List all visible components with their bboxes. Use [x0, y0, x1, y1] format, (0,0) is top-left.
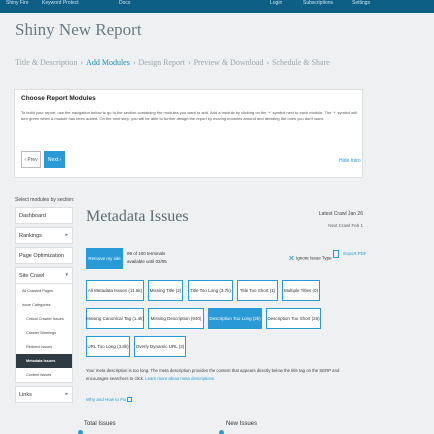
chip-all-metadata-issues[interactable]: All Metadata Issues (11.5k) — [86, 280, 144, 301]
ignore-issue-type-label: Ignore Issue Type — [295, 255, 332, 261]
step-title-description[interactable]: Title & Description — [15, 58, 77, 67]
nav-link-subscriptions[interactable]: Subscriptions — [303, 0, 333, 6]
chip-title-too-long[interactable]: Title Too Long (3.7k) — [188, 280, 233, 301]
total-issues-heading: Total Issues — [84, 421, 116, 427]
step-separator: › — [132, 58, 136, 67]
choose-modules-card: Choose Report Modules To build your repo… — [14, 89, 363, 178]
site-crawl-submenu: All Crawled Pages Issue Categories Criti… — [15, 284, 73, 383]
why-how-label: Why and How to Fix — [86, 397, 127, 402]
add-module-icon[interactable] — [219, 430, 224, 434]
sidebar-item-label: Dashboard — [19, 212, 46, 219]
latest-crawl-date: Latest Crawl Jan 26 — [318, 211, 363, 217]
add-module-icon[interactable] — [78, 430, 83, 434]
row-count: 99 of 100 terminals available until 02/0… — [127, 250, 167, 266]
chip-missing-canonical-tag[interactable]: Missing Canonical Tag (1.4k) — [86, 308, 144, 329]
export-pdf-button[interactable]: Export PDF — [333, 250, 367, 258]
step-add-modules[interactable]: Add Modules — [86, 58, 130, 67]
step-schedule-share[interactable]: Schedule & Share — [272, 58, 330, 67]
card-title: Choose Report Modules — [21, 95, 96, 102]
nav-link-settings[interactable]: Settings — [352, 0, 370, 6]
sidebar-item-rankings[interactable]: Rankings ▸ — [15, 227, 73, 244]
chip-title-too-short[interactable]: Title Too Short (1) — [237, 280, 278, 301]
sidebar-item-critical-crawler-issues[interactable]: Critical Crawler Issues — [16, 312, 72, 326]
chevron-right-icon: ▸ — [65, 232, 68, 238]
chip-multiple-titles[interactable]: Multiple Titles (0) — [282, 280, 320, 301]
sidebar-item-all-crawled-pages[interactable]: All Crawled Pages — [16, 284, 72, 298]
page-title: Shiny New Report — [15, 20, 142, 39]
nav-link-3[interactable]: Docs — [119, 0, 130, 6]
next-button[interactable]: Next › — [44, 151, 65, 168]
next-crawl-date: Next Crawl Feb 1 — [328, 223, 363, 228]
sidebar-item-label: Rankings — [19, 232, 42, 239]
learn-more-link[interactable]: Learn more about meta descriptions. — [145, 376, 215, 381]
new-issues-heading: New Issues — [226, 421, 258, 427]
step-separator: › — [187, 58, 191, 67]
filter-button[interactable]: Remove my site — [86, 248, 123, 269]
sidebar-item-label: Page Optimization — [19, 252, 64, 259]
chip-missing-title[interactable]: Missing Title (2) — [148, 280, 183, 301]
export-pdf-label: Export PDF — [343, 251, 367, 257]
sidebar-item-crawler-warnings[interactable]: Crawler Warnings — [16, 326, 72, 340]
ignore-issue-type-button[interactable]: ✕ Ignore Issue Type — [288, 254, 332, 263]
chip-overly-dynamic-url[interactable]: Overly Dynamic URL (3) — [134, 336, 186, 357]
row-count-line: 99 of 100 terminals — [127, 251, 166, 256]
sidebar-item-content-issues[interactable]: Content Issues — [16, 368, 72, 382]
sidebar-title: Select modules by section: — [15, 197, 75, 203]
sidebar-item-label: Links — [19, 391, 32, 398]
issue-description: Your meta description is too long. The m… — [86, 367, 360, 383]
chip-url-too-long[interactable]: URL Too Long (3.8k) — [86, 336, 130, 357]
nav-link-1[interactable]: Shiny Fire — [6, 0, 29, 6]
hide-intro-link[interactable]: Hide Intro — [339, 158, 361, 164]
chevron-down-icon: ▾ — [65, 272, 68, 278]
close-icon: ✕ — [288, 254, 295, 263]
chip-description-too-short[interactable]: Description Too Short (26) — [266, 308, 321, 329]
chevron-right-icon: ▸ — [65, 391, 68, 397]
step-separator: › — [80, 58, 84, 67]
wizard-steps: Title & Description › Add Modules › Design R… — [15, 58, 425, 67]
prev-button[interactable]: ‹ Prev — [21, 151, 41, 168]
top-navigation-bar: Shiny Fire Keyword Protect Docs Login Su… — [0, 0, 434, 13]
step-design-report[interactable]: Design Report — [139, 58, 185, 67]
document-icon — [333, 250, 339, 258]
sidebar-item-redirect-issues[interactable]: Redirect Issues — [16, 340, 72, 354]
row-count-line: available until 02/05 — [127, 259, 167, 264]
chip-description-too-long[interactable]: Description Too Long (2k) — [208, 308, 262, 329]
nav-link-2[interactable]: Keyword Protect — [42, 0, 79, 6]
sidebar-item-page-optimization[interactable]: Page Optimization — [15, 247, 73, 264]
nav-link-login[interactable]: Login — [270, 0, 282, 6]
why-and-how-to-fix-link[interactable]: Why and How to Fix — [86, 397, 133, 403]
section-title: Metadata Issues — [86, 208, 189, 225]
card-instructions: To build your report, use the navigation… — [21, 110, 357, 121]
sidebar-item-issue-categories[interactable]: Issue Categories — [16, 298, 72, 312]
chip-missing-description[interactable]: Missing Description (940) — [148, 308, 204, 329]
expand-icon — [127, 397, 133, 403]
step-separator: › — [266, 58, 270, 67]
sidebar-item-links[interactable]: Links ▸ — [15, 386, 73, 403]
step-preview-download[interactable]: Preview & Download — [194, 58, 264, 67]
sidebar-item-dashboard[interactable]: Dashboard — [15, 207, 73, 224]
sidebar-item-metadata-issues[interactable]: Metadata Issues — [16, 354, 72, 368]
sidebar-item-site-crawl[interactable]: Site Crawl ▾ — [15, 267, 73, 284]
sidebar-item-label: Site Crawl — [19, 272, 45, 279]
section-sidebar: Dashboard Rankings ▸ Page Optimization Si… — [15, 207, 73, 406]
